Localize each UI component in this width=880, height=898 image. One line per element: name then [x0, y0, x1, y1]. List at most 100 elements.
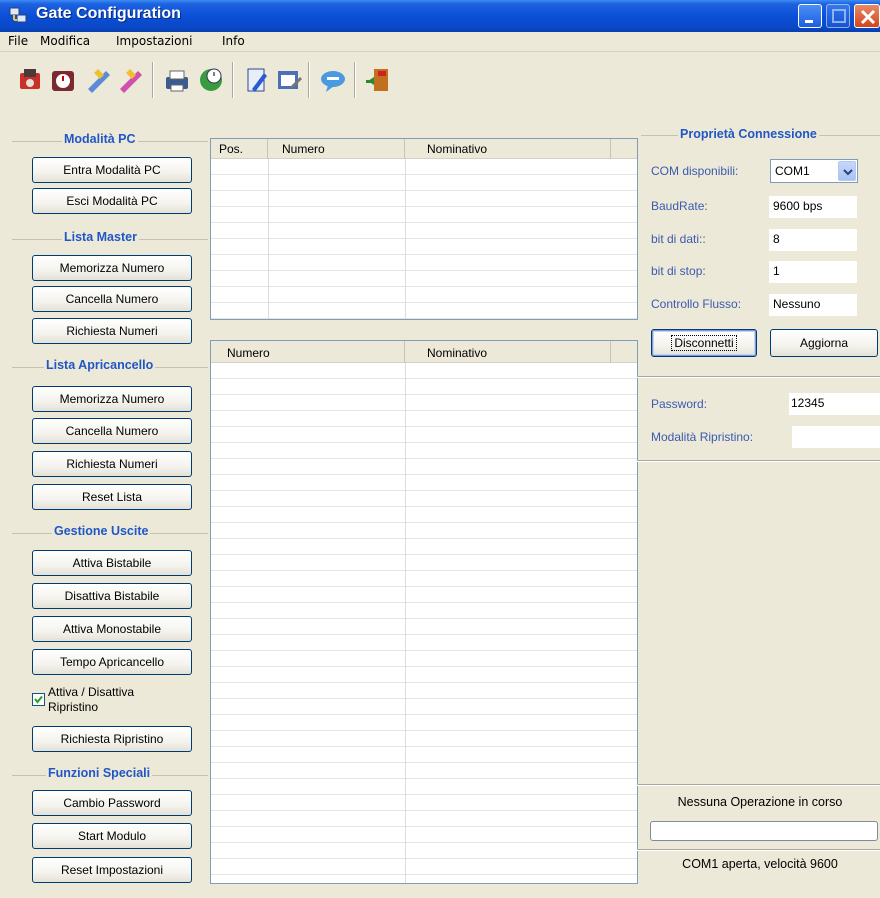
button-label: Attiva Monostabile	[62, 622, 162, 636]
flow-control-label: Controllo Flusso:	[651, 297, 742, 311]
button-label: Tempo Apricancello	[59, 655, 165, 669]
button-label: Richiesta Numeri	[66, 324, 158, 338]
opener-grid-rows	[211, 363, 637, 883]
restore-toggle-label-line1[interactable]: Attiva / Disattiva	[48, 685, 134, 699]
menu-modifica[interactable]: Modifica	[40, 34, 90, 48]
start-module-button[interactable]: Start Modulo	[32, 823, 192, 849]
com-port-select[interactable]: COM1	[770, 159, 858, 183]
opener-store-number-button[interactable]: Memorizza Numero	[32, 386, 192, 412]
master-grid-rows	[211, 159, 637, 319]
deactivate-bistable-button[interactable]: Disattiva Bistabile	[32, 583, 192, 609]
panel-divider	[637, 376, 880, 378]
grid-divider	[405, 363, 406, 883]
column-header-number[interactable]: Numero	[268, 139, 405, 159]
printer-icon[interactable]	[162, 65, 192, 95]
maximize-button[interactable]	[826, 4, 850, 28]
toolbar-separator	[152, 62, 154, 98]
master-list-grid[interactable]: Pos. Numero Nominativo	[210, 138, 638, 320]
change-password-button[interactable]: Cambio Password	[32, 790, 192, 816]
button-label: Entra Modalità PC	[63, 163, 161, 177]
window-title: Gate Configuration	[36, 5, 181, 22]
edit-note-icon[interactable]	[242, 65, 272, 95]
chevron-down-icon	[843, 169, 853, 176]
group-title-opener-list: Lista Apricancello	[44, 358, 156, 372]
button-label: Aggiorna	[799, 336, 849, 350]
group-title-connection: Proprietà Connessione	[678, 127, 819, 141]
port-status-text: COM1 aperta, velocità 9600	[682, 857, 838, 871]
activate-bistable-button[interactable]: Attiva Bistabile	[32, 550, 192, 576]
com-port-value: COM1	[775, 164, 810, 178]
stopbits-value: 1	[769, 261, 857, 283]
button-label: Reset Impostazioni	[60, 863, 164, 877]
column-header-name[interactable]: Nominativo	[405, 341, 611, 363]
databits-value: 8	[769, 229, 857, 251]
button-label: Cancella Numero	[65, 292, 159, 306]
group-title-special-functions: Funzioni Speciali	[46, 766, 153, 780]
column-header-number[interactable]: Numero	[211, 341, 405, 363]
button-label: Richiesta Numeri	[66, 457, 158, 471]
restore-mode-label: Modalità Ripristino:	[651, 430, 754, 444]
wrench-blue-icon[interactable]	[84, 65, 114, 95]
alarm-clock-icon[interactable]	[48, 65, 78, 95]
button-label: Memorizza Numero	[59, 261, 165, 275]
exit-pc-mode-button[interactable]: Esci Modalità PC	[32, 188, 192, 214]
restore-mode-value	[792, 426, 880, 448]
baudrate-value: 9600 bps	[769, 196, 857, 218]
reset-settings-button[interactable]: Reset Impostazioni	[32, 857, 192, 883]
close-icon	[860, 9, 876, 25]
opener-list-grid[interactable]: Numero Nominativo	[210, 340, 638, 884]
toolbar-separator	[232, 62, 234, 98]
flow-control-value: Nessuno	[769, 294, 857, 316]
master-grid-header: Pos. Numero Nominativo	[211, 139, 637, 159]
operation-progress-bar	[650, 821, 878, 841]
menu-bar: File Modifica Impostazioni Info	[0, 32, 880, 52]
phone-connect-icon[interactable]	[16, 65, 46, 95]
panel-divider	[637, 460, 880, 462]
opener-delete-number-button[interactable]: Cancella Numero	[32, 418, 192, 444]
opener-grid-header: Numero Nominativo	[211, 341, 637, 363]
disconnect-button[interactable]: Disconnetti	[651, 329, 757, 357]
column-header-pos[interactable]: Pos.	[211, 139, 268, 159]
exit-door-icon[interactable]	[364, 65, 394, 95]
restore-toggle-label-line2[interactable]: Ripristino	[48, 700, 98, 714]
minimize-icon	[805, 20, 813, 23]
wrench-pink-icon[interactable]	[116, 65, 146, 95]
chat-bubble-icon[interactable]	[318, 65, 348, 95]
menu-info[interactable]: Info	[222, 34, 245, 48]
button-label: Esci Modalità PC	[66, 194, 158, 208]
dropdown-arrow[interactable]	[838, 161, 856, 181]
request-restore-button[interactable]: Richiesta Ripristino	[32, 726, 192, 752]
column-header-name[interactable]: Nominativo	[405, 139, 611, 159]
title-bar[interactable]: Gate Configuration	[0, 0, 880, 32]
edit-window-icon[interactable]	[274, 65, 304, 95]
com-label: COM disponibili:	[651, 164, 739, 178]
baudrate-label: BaudRate:	[651, 199, 708, 213]
menu-impostazioni[interactable]: Impostazioni	[116, 34, 192, 48]
toolbar-separator	[308, 62, 310, 98]
restore-toggle-checkbox[interactable]	[32, 693, 45, 706]
minimize-button[interactable]	[798, 4, 822, 28]
maximize-icon	[832, 9, 846, 23]
opener-reset-list-button[interactable]: Reset Lista	[32, 484, 192, 510]
button-label: Disconnetti	[671, 335, 737, 351]
opener-request-numbers-button[interactable]: Richiesta Numeri	[32, 451, 192, 477]
master-request-numbers-button[interactable]: Richiesta Numeri	[32, 318, 192, 344]
opener-time-button[interactable]: Tempo Apricancello	[32, 649, 192, 675]
databits-label: bit di dati::	[651, 232, 706, 246]
password-label: Password:	[651, 397, 708, 411]
grid-divider	[405, 159, 406, 319]
enter-pc-mode-button[interactable]: Entra Modalità PC	[32, 157, 192, 183]
globe-clock-icon[interactable]	[196, 65, 226, 95]
master-delete-number-button[interactable]: Cancella Numero	[32, 286, 192, 312]
activate-monostable-button[interactable]: Attiva Monostabile	[32, 616, 192, 642]
group-title-master-list: Lista Master	[62, 230, 139, 244]
menu-file[interactable]: File	[8, 34, 28, 48]
network-computer-icon	[9, 7, 27, 23]
master-store-number-button[interactable]: Memorizza Numero	[32, 255, 192, 281]
refresh-button[interactable]: Aggiorna	[770, 329, 878, 357]
checkmark-icon	[34, 695, 43, 704]
button-label: Attiva Bistabile	[72, 556, 152, 570]
main-window: Gate Configuration File Modifica Imposta…	[0, 0, 880, 898]
operation-status-text: Nessuna Operazione in corso	[677, 795, 843, 809]
close-button[interactable]	[854, 4, 880, 28]
